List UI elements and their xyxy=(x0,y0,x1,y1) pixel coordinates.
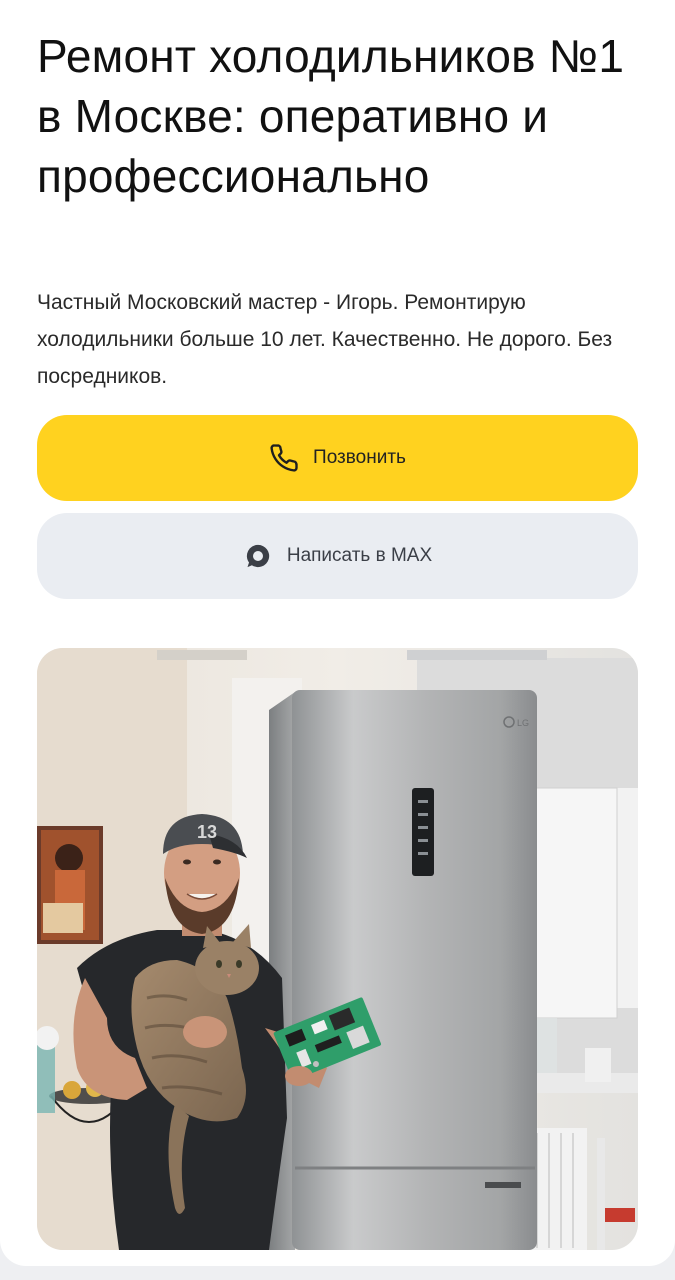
page-subtitle: Частный Московский мастер - Игорь. Ремон… xyxy=(37,291,613,388)
page-title: Ремонт холодильников №1 в Москве: операт… xyxy=(37,30,625,202)
fridge-brand-logo: LG xyxy=(517,718,529,728)
call-button[interactable]: Позвонить xyxy=(37,415,638,501)
cap-number: 13 xyxy=(197,822,217,842)
phone-icon xyxy=(269,443,299,473)
write-max-button[interactable]: Написать в MAX xyxy=(37,513,638,599)
call-button-label: Позвонить xyxy=(313,447,406,468)
write-max-button-label: Написать в MAX xyxy=(286,545,433,566)
max-messenger-icon xyxy=(243,541,273,571)
hero-card: Ремонт холодильников №1 в Москве: операт… xyxy=(0,0,675,1266)
master-photo: LG 13 xyxy=(37,648,638,1250)
